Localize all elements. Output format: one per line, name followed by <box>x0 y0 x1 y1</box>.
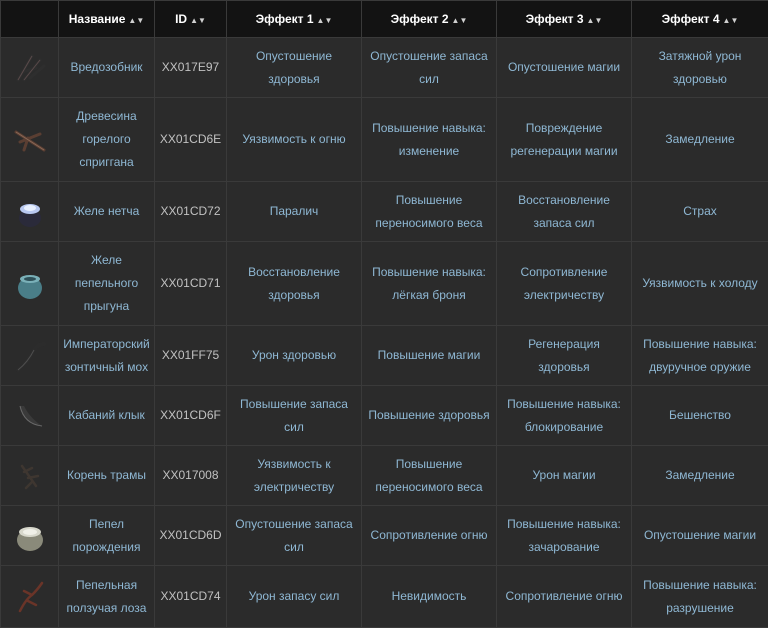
cell-effect-4[interactable]: Замедление <box>632 446 768 506</box>
cell-name[interactable]: Желе нетча <box>59 182 155 242</box>
cell-effect-4[interactable]: Замедление <box>632 98 768 182</box>
table-row: Желе нетча XX01CD72 Паралич Повышение пе… <box>1 182 768 242</box>
cell-effect-4[interactable]: Уязвимость к холоду <box>632 242 768 326</box>
cell-effect-2[interactable]: Повышение магии <box>362 326 497 386</box>
header-effect-3-label: Эффект 3 <box>526 12 584 26</box>
ash-hopper-jelly-icon <box>1 242 59 326</box>
cell-effect-1[interactable]: Опустошение запаса сил <box>227 506 362 566</box>
header-row: Название▲▼ ID▲▼ Эффект 1▲▼ Эффект 2▲▼ Эф… <box>1 1 768 38</box>
cell-id: XX01FF75 <box>155 326 227 386</box>
table-row: Императорский зонтичный мох XX01FF75 Уро… <box>1 326 768 386</box>
cell-name[interactable]: Древесина горелого сприггана <box>59 98 155 182</box>
cell-id: XX01CD72 <box>155 182 227 242</box>
cell-effect-2[interactable]: Опустошение запаса сил <box>362 38 497 98</box>
sort-icon[interactable]: ▲▼ <box>190 16 206 25</box>
ashen-creep-vine-icon <box>1 566 59 628</box>
boar-tusk-icon <box>1 386 59 446</box>
table-row: Кабаний клык XX01CD6F Повышение запаса с… <box>1 386 768 446</box>
cell-name[interactable]: Желе пепельного прыгуна <box>59 242 155 326</box>
cell-effect-1[interactable]: Паралич <box>227 182 362 242</box>
cell-effect-4[interactable]: Повышение навыка: двуручное оружие <box>632 326 768 386</box>
cell-effect-2[interactable]: Повышение переносимого веса <box>362 182 497 242</box>
cell-effect-1[interactable]: Уязвимость к электричеству <box>227 446 362 506</box>
cell-effect-4[interactable]: Бешенство <box>632 386 768 446</box>
cell-effect-1[interactable]: Урон запасу сил <box>227 566 362 628</box>
cell-name[interactable]: Пепел порождения <box>59 506 155 566</box>
cell-effect-3[interactable]: Сопротивление электричеству <box>497 242 632 326</box>
header-effect-2[interactable]: Эффект 2▲▼ <box>362 1 497 38</box>
header-effect-2-label: Эффект 2 <box>391 12 449 26</box>
cell-name[interactable]: Кабаний клык <box>59 386 155 446</box>
cell-effect-1[interactable]: Восстановление здоровья <box>227 242 362 326</box>
sort-icon[interactable]: ▲▼ <box>587 16 603 25</box>
cell-effect-4[interactable]: Повышение навыка: разрушение <box>632 566 768 628</box>
header-effect-1[interactable]: Эффект 1▲▼ <box>227 1 362 38</box>
header-icon-column <box>1 1 59 38</box>
cell-id: XX01CD71 <box>155 242 227 326</box>
netch-jelly-icon <box>1 182 59 242</box>
table-row: Желе пепельного прыгуна XX01CD71 Восстан… <box>1 242 768 326</box>
cell-name[interactable]: Пепельная ползучая лоза <box>59 566 155 628</box>
cell-effect-2[interactable]: Повышение переносимого веса <box>362 446 497 506</box>
table-row: Корень трамы XX017008 Уязвимость к элект… <box>1 446 768 506</box>
cell-effect-3[interactable]: Регенерация здоровья <box>497 326 632 386</box>
parasol-moss-icon <box>1 326 59 386</box>
dark-twigs-icon <box>1 38 59 98</box>
cell-id: XX017008 <box>155 446 227 506</box>
cell-effect-3[interactable]: Восстановление запаса сил <box>497 182 632 242</box>
cell-effect-2[interactable]: Повышение здоровья <box>362 386 497 446</box>
sort-icon[interactable]: ▲▼ <box>317 16 333 25</box>
sort-icon[interactable]: ▲▼ <box>128 16 144 25</box>
ingredients-table: Название▲▼ ID▲▼ Эффект 1▲▼ Эффект 2▲▼ Эф… <box>0 0 768 628</box>
table-row: Пепел порождения XX01CD6D Опустошение за… <box>1 506 768 566</box>
cell-effect-2[interactable]: Повышение навыка: изменение <box>362 98 497 182</box>
spawn-ash-icon <box>1 506 59 566</box>
cell-id: XX01CD6F <box>155 386 227 446</box>
header-effect-1-label: Эффект 1 <box>256 12 314 26</box>
cell-effect-2[interactable]: Сопротивление огню <box>362 506 497 566</box>
table-row: Вредозобник XX017E97 Опустошение здоровь… <box>1 38 768 98</box>
header-effect-3[interactable]: Эффект 3▲▼ <box>497 1 632 38</box>
header-effect-4-label: Эффект 4 <box>662 12 720 26</box>
cell-id: XX01CD74 <box>155 566 227 628</box>
header-name-label: Название <box>69 12 126 26</box>
cell-effect-4[interactable]: Опустошение магии <box>632 506 768 566</box>
cell-name[interactable]: Корень трамы <box>59 446 155 506</box>
sort-icon[interactable]: ▲▼ <box>723 16 739 25</box>
cell-id: XX017E97 <box>155 38 227 98</box>
table-row: Древесина горелого сприггана XX01CD6E Уя… <box>1 98 768 182</box>
sort-icon[interactable]: ▲▼ <box>452 16 468 25</box>
header-id[interactable]: ID▲▼ <box>155 1 227 38</box>
cell-effect-3[interactable]: Повреждение регенерации магии <box>497 98 632 182</box>
cell-effect-1[interactable]: Урон здоровью <box>227 326 362 386</box>
cell-effect-3[interactable]: Повышение навыка: зачарование <box>497 506 632 566</box>
cell-effect-3[interactable]: Урон магии <box>497 446 632 506</box>
cell-id: XX01CD6E <box>155 98 227 182</box>
charred-wood-icon <box>1 98 59 182</box>
trama-root-icon <box>1 446 59 506</box>
header-name[interactable]: Название▲▼ <box>59 1 155 38</box>
cell-effect-3[interactable]: Опустошение магии <box>497 38 632 98</box>
cell-name[interactable]: Императорский зонтичный мох <box>59 326 155 386</box>
header-effect-4[interactable]: Эффект 4▲▼ <box>632 1 768 38</box>
header-id-label: ID <box>175 12 187 26</box>
cell-effect-1[interactable]: Повышение запаса сил <box>227 386 362 446</box>
table-row: Пепельная ползучая лоза XX01CD74 Урон за… <box>1 566 768 628</box>
cell-effect-3[interactable]: Повышение навыка: блокирование <box>497 386 632 446</box>
cell-effect-3[interactable]: Сопротивление огню <box>497 566 632 628</box>
cell-effect-4[interactable]: Затяжной урон здоровью <box>632 38 768 98</box>
cell-effect-1[interactable]: Уязвимость к огню <box>227 98 362 182</box>
cell-id: XX01CD6D <box>155 506 227 566</box>
cell-effect-4[interactable]: Страх <box>632 182 768 242</box>
cell-effect-1[interactable]: Опустошение здоровья <box>227 38 362 98</box>
cell-effect-2[interactable]: Невидимость <box>362 566 497 628</box>
cell-name[interactable]: Вредозобник <box>59 38 155 98</box>
cell-effect-2[interactable]: Повышение навыка: лёгкая броня <box>362 242 497 326</box>
